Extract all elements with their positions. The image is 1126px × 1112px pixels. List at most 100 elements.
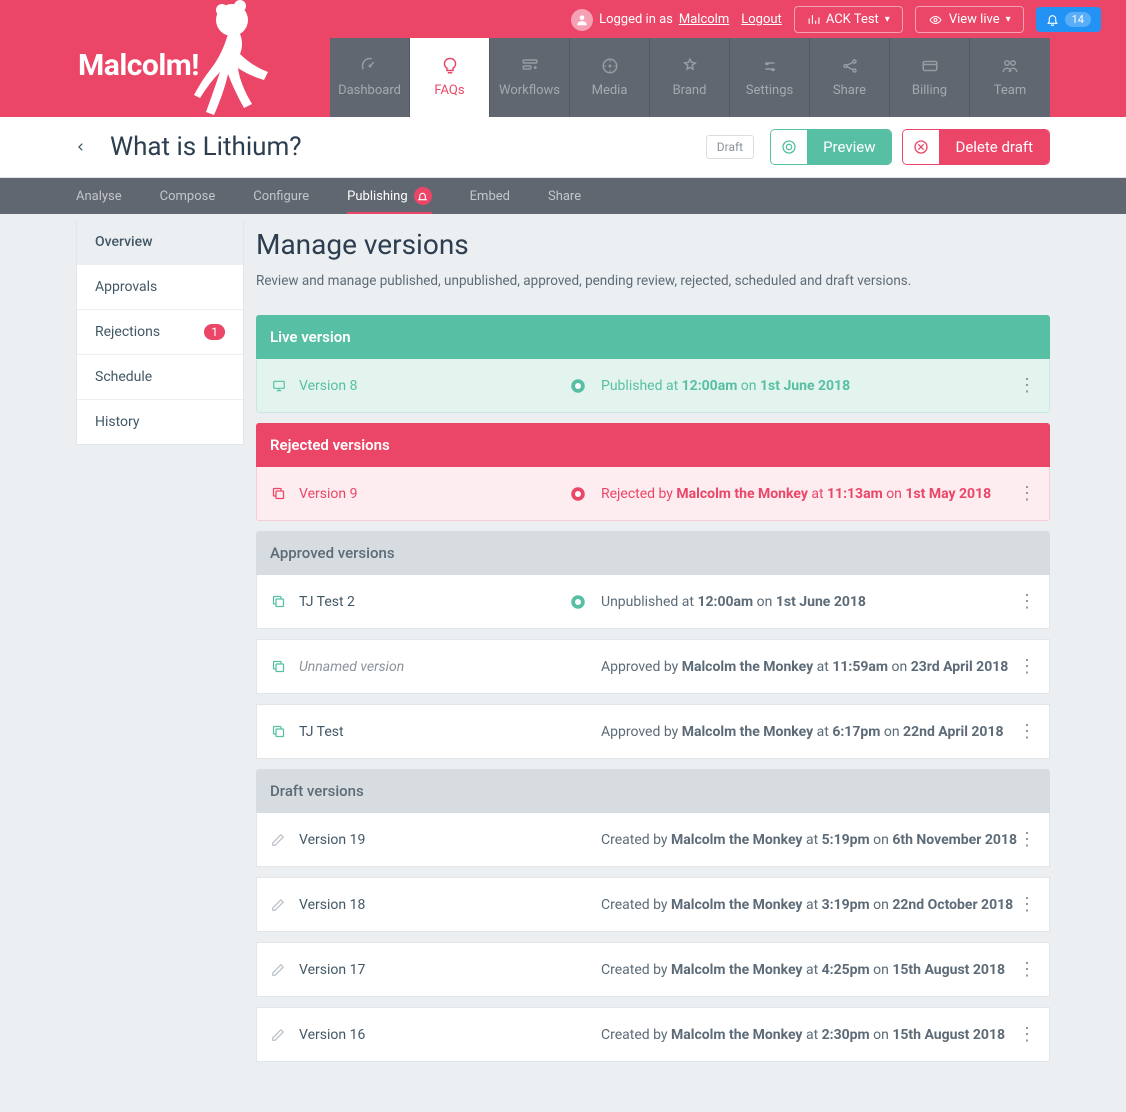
nav-team[interactable]: Team [970,38,1050,117]
version-row: Unnamed version Approved by Malcolm the M… [256,639,1050,694]
nav-brand[interactable]: Brand [650,38,730,117]
sidemenu-history[interactable]: History [77,400,243,444]
brand-logo: Malcolm! [78,48,199,83]
approved-section-header: Approved versions [256,531,1050,575]
media-icon [600,57,620,75]
kebab-menu[interactable]: ⋮ [1017,894,1035,915]
logged-in-prefix: Logged in as [599,12,673,27]
version-row: Version 16Created by Malcolm the Monkey … [256,1007,1050,1062]
copy-icon [271,594,291,609]
subnav-share[interactable]: Share [548,178,581,214]
view-live-button[interactable]: View live ▾ [915,6,1024,33]
status-dot-icon [569,485,591,503]
live-section-header: Live version [256,315,1050,359]
kebab-menu[interactable]: ⋮ [1017,1024,1035,1045]
version-details: Created by Malcolm the Monkey at 3:19pm … [601,897,1017,913]
screen-icon [271,379,291,393]
ack-test-button[interactable]: ACK Test ▾ [794,6,903,33]
subnav-publishing[interactable]: Publishing [347,178,432,214]
faqs-icon [440,57,460,75]
bell-badge-icon [414,187,432,205]
username-link[interactable]: Malcolm [679,12,729,27]
rejected-section-header: Rejected versions [256,423,1050,467]
version-name: TJ Test [299,724,569,740]
subnav-analyse[interactable]: Analyse [76,178,122,214]
preview-button[interactable]: Preview [807,130,891,164]
version-name: TJ Test 2 [299,594,569,610]
brand-icon [680,57,700,75]
sidemenu-rejections[interactable]: Rejections1 [77,310,243,355]
chevron-down-icon: ▾ [885,14,890,25]
team-icon [1000,57,1020,75]
nav-workflows[interactable]: Workflows [490,38,570,117]
pencil-icon [271,963,291,977]
copy-icon [271,659,291,674]
version-details: Created by Malcolm the Monkey at 5:19pm … [601,832,1017,848]
kebab-menu[interactable]: ⋮ [1017,721,1035,742]
version-details: Unpublished at 12:00am on 1st June 2018 [601,594,1017,610]
main-subtitle: Review and manage published, unpublished… [256,273,1050,289]
pencil-icon [271,833,291,847]
subnav-configure[interactable]: Configure [253,178,309,214]
chevron-down-icon: ▾ [1006,14,1011,25]
copy-icon [271,486,291,501]
delete-icon[interactable] [903,130,939,164]
nav-share[interactable]: Share [810,38,890,117]
kebab-menu[interactable]: ⋮ [1017,483,1035,504]
version-name: Version 9 [299,486,569,502]
main-heading: Manage versions [256,228,1050,261]
chevron-left-icon [76,139,86,155]
subnav-compose[interactable]: Compose [160,178,216,214]
bell-icon [1046,13,1059,26]
draft-badge: Draft [706,135,754,159]
kebab-menu[interactable]: ⋮ [1017,656,1035,677]
draft-section-header: Draft versions [256,769,1050,813]
copy-icon [271,724,291,739]
settings-icon [760,57,780,75]
nav-faqs[interactable]: FAQs [410,38,490,117]
notifications-button[interactable]: 14 [1036,7,1101,32]
bars-icon [807,13,820,26]
nav-settings[interactable]: Settings [730,38,810,117]
rejection-count: 1 [204,324,225,340]
version-name: Version 8 [299,378,569,394]
version-name: Version 19 [299,832,569,848]
nav-billing[interactable]: Billing [890,38,970,117]
preview-button-group: Preview [770,129,892,165]
subnav-embed[interactable]: Embed [470,178,510,214]
kebab-menu[interactable]: ⋮ [1017,829,1035,850]
status-dot-icon [569,377,591,395]
sidemenu-approvals[interactable]: Approvals [77,265,243,310]
version-row: Version 17Created by Malcolm the Monkey … [256,942,1050,997]
notif-count: 14 [1065,12,1091,27]
sidemenu-schedule[interactable]: Schedule [77,355,243,400]
pencil-icon [271,898,291,912]
version-row: TJ Test Approved by Malcolm the Monkey at… [256,704,1050,759]
status-dot-icon [569,593,591,611]
page-title: What is Lithium? [110,132,706,162]
version-row: TJ Test 2 Unpublished at 12:00am on 1st J… [256,575,1050,629]
version-row: Version 19 Created by Malcolm the Monkey … [256,813,1050,867]
login-info: Logged in as Malcolm [571,9,729,31]
version-details: Approved by Malcolm the Monkey at 11:59a… [601,659,1017,675]
user-avatar [571,9,593,31]
kebab-menu[interactable]: ⋮ [1017,375,1035,396]
billing-icon [920,57,940,75]
version-details: Created by Malcolm the Monkey at 4:25pm … [601,962,1017,978]
kebab-menu[interactable]: ⋮ [1017,959,1035,980]
version-name: Version 16 [299,1027,569,1043]
version-name: Version 18 [299,897,569,913]
sidemenu-overview[interactable]: Overview [77,220,243,265]
logout-link[interactable]: Logout [741,12,782,27]
version-row: Version 8Published at 12:00am on 1st Jun… [256,359,1050,413]
dashboard-icon [360,57,380,75]
monkey-logo [184,0,276,117]
kebab-menu[interactable]: ⋮ [1017,591,1035,612]
nav-media[interactable]: Media [570,38,650,117]
version-name: Unnamed version [299,659,569,675]
version-details: Approved by Malcolm the Monkey at 6:17pm… [601,724,1017,740]
preview-icon[interactable] [771,130,807,164]
nav-dashboard[interactable]: Dashboard [330,38,410,117]
delete-draft-button[interactable]: Delete draft [939,130,1049,164]
back-button[interactable] [76,139,86,155]
